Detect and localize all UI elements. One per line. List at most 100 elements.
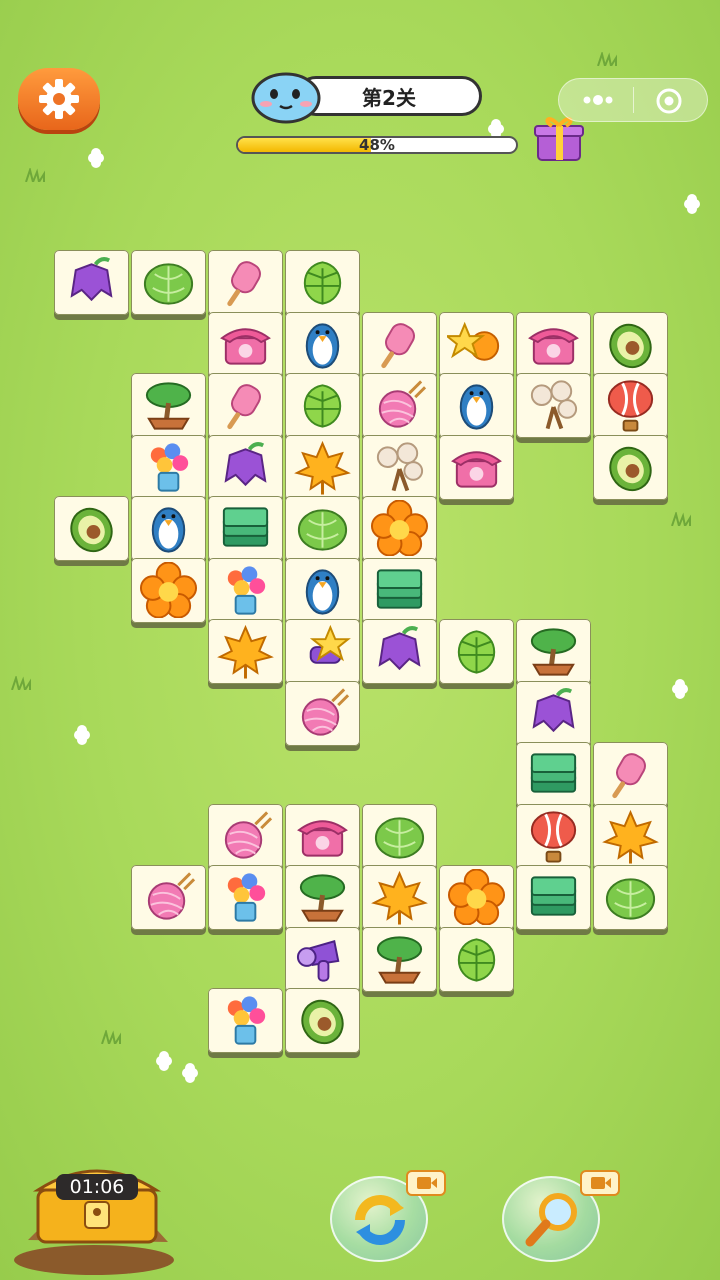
- tile-bonsai[interactable]: [131, 373, 206, 438]
- tile-phone[interactable]: [285, 803, 360, 869]
- shuffle-arrows-icon: [355, 1195, 405, 1245]
- tile-bonsai[interactable]: [285, 865, 360, 930]
- orange-flower-icon: [447, 869, 506, 925]
- bonsai-icon: [299, 874, 346, 922]
- star-dryer-icon: [309, 624, 351, 664]
- timer-display: 01:06: [56, 1174, 138, 1200]
- bouquet-icon: [227, 996, 266, 1045]
- bonsai-icon: [376, 935, 423, 984]
- bonsai-icon: [530, 628, 577, 676]
- tile-penguin[interactable]: [285, 557, 360, 623]
- tile-cabbage[interactable]: [285, 496, 360, 561]
- avocado-icon: [609, 323, 652, 368]
- tile-phone[interactable]: [439, 434, 514, 500]
- tile-money[interactable]: [516, 742, 591, 807]
- tile-penguin[interactable]: [131, 496, 206, 561]
- money-icon: [530, 753, 577, 793]
- tile-bouquet[interactable]: [131, 434, 206, 500]
- tile-bellflower[interactable]: [516, 680, 591, 746]
- treasure-chest-icon[interactable]: [8, 1150, 178, 1275]
- phone-icon: [220, 327, 271, 365]
- money-icon: [222, 507, 269, 547]
- tile-maple[interactable]: [285, 434, 360, 500]
- tile-orange-flower[interactable]: [131, 557, 206, 623]
- tile-avocado[interactable]: [285, 988, 360, 1053]
- maple-icon: [294, 440, 351, 495]
- balloon-icon: [607, 380, 654, 432]
- tile-cabbage[interactable]: [593, 865, 668, 930]
- orange-flower-icon: [370, 500, 429, 556]
- tile-money[interactable]: [516, 865, 591, 930]
- tile-money[interactable]: [208, 496, 283, 561]
- cabbage-icon: [297, 509, 348, 551]
- tile-bellflower[interactable]: [208, 434, 283, 500]
- tile-board: [0, 0, 720, 1280]
- tile-bonsai[interactable]: [362, 926, 437, 992]
- tile-popsicle[interactable]: [593, 742, 668, 807]
- tile-popsicle[interactable]: [362, 311, 437, 377]
- tile-phone[interactable]: [516, 311, 591, 377]
- tile-money[interactable]: [362, 557, 437, 623]
- tile-popsicle[interactable]: [208, 250, 283, 315]
- cabbage-icon: [143, 263, 194, 305]
- phone-icon: [451, 450, 502, 488]
- tile-monstera[interactable]: [285, 250, 360, 315]
- tile-orange-flower[interactable]: [362, 496, 437, 561]
- tile-cotton[interactable]: [516, 373, 591, 438]
- bellflower-icon: [224, 441, 267, 486]
- maple-icon: [371, 870, 428, 925]
- tile-yarn[interactable]: [362, 373, 437, 438]
- tile-star-flower[interactable]: [439, 311, 514, 377]
- tile-monstera[interactable]: [439, 619, 514, 684]
- monstera-icon: [457, 630, 496, 674]
- orange-flower-icon: [139, 561, 198, 618]
- tile-bellflower[interactable]: [54, 250, 129, 315]
- tile-cabbage[interactable]: [131, 250, 206, 315]
- tile-avocado[interactable]: [593, 311, 668, 377]
- tile-bouquet[interactable]: [208, 557, 283, 623]
- penguin-icon: [305, 568, 340, 615]
- tile-maple[interactable]: [593, 803, 668, 869]
- tile-penguin[interactable]: [439, 373, 514, 438]
- bouquet-icon: [227, 873, 266, 922]
- tile-bonsai[interactable]: [516, 619, 591, 684]
- tile-penguin[interactable]: [285, 311, 360, 377]
- tile-maple[interactable]: [362, 865, 437, 930]
- tile-maple[interactable]: [208, 619, 283, 684]
- tile-cotton[interactable]: [362, 434, 437, 500]
- tile-popsicle[interactable]: [208, 373, 283, 438]
- video-ad-badge: [580, 1170, 620, 1196]
- popsicle-icon: [227, 261, 261, 307]
- tile-orange-flower[interactable]: [439, 865, 514, 930]
- bonsai-icon: [145, 382, 192, 430]
- video-ad-badge: [406, 1170, 446, 1196]
- avocado-icon: [301, 999, 344, 1045]
- tile-avocado[interactable]: [593, 434, 668, 500]
- tile-monstera[interactable]: [285, 373, 360, 438]
- tile-yarn[interactable]: [131, 865, 206, 930]
- tile-balloon[interactable]: [516, 803, 591, 869]
- tile-avocado[interactable]: [54, 496, 129, 561]
- money-icon: [530, 876, 577, 916]
- cotton-icon: [530, 380, 578, 430]
- money-icon: [376, 568, 423, 609]
- tile-bouquet[interactable]: [208, 988, 283, 1053]
- cabbage-icon: [605, 878, 656, 920]
- tile-cabbage[interactable]: [362, 803, 437, 869]
- penguin-icon: [459, 384, 494, 430]
- tile-bouquet[interactable]: [208, 865, 283, 930]
- tile-balloon[interactable]: [593, 373, 668, 438]
- video-ad-icon: [591, 1177, 611, 1189]
- tile-phone[interactable]: [208, 311, 283, 377]
- tile-yarn[interactable]: [208, 803, 283, 869]
- tile-star-dryer[interactable]: [285, 619, 360, 684]
- monstera-icon: [303, 261, 342, 305]
- tile-monstera[interactable]: [439, 926, 514, 992]
- video-ad-icon: [417, 1177, 437, 1189]
- yarn-icon: [147, 872, 196, 920]
- tile-bellflower[interactable]: [362, 619, 437, 684]
- tile-yarn[interactable]: [285, 680, 360, 746]
- tile-hairdryer[interactable]: [285, 926, 360, 992]
- phone-icon: [297, 819, 348, 857]
- penguin-icon: [305, 322, 340, 369]
